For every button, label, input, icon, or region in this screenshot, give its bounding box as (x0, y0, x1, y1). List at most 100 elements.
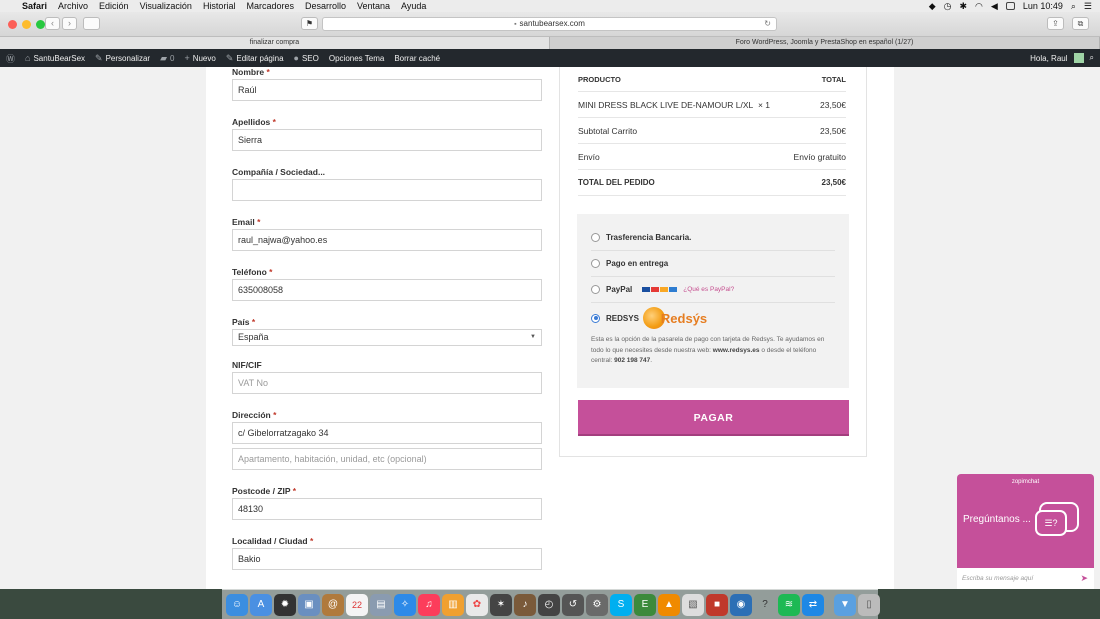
email-input[interactable]: raul_najwa@yahoo.es (232, 229, 542, 251)
notification-center-icon[interactable]: ☰ (1084, 1, 1092, 12)
photos-icon[interactable]: ✿ (466, 593, 488, 616)
system-preferences-icon[interactable]: ⚙ (586, 593, 608, 616)
telefono-input[interactable]: 635008058 (232, 279, 542, 301)
nif-input[interactable]: VAT No (232, 372, 542, 394)
archive-icon[interactable]: ▧ (682, 593, 704, 616)
menu-marcadores[interactable]: Marcadores (246, 1, 294, 11)
finder-icon[interactable]: ☺ (226, 593, 248, 616)
wp-logo[interactable]: Ⓦ (6, 52, 15, 65)
battery-icon[interactable] (1005, 2, 1015, 10)
launchpad-icon[interactable]: ✹ (274, 593, 296, 616)
site-icon: ▪ (514, 21, 517, 28)
admin-site-link[interactable]: ⌂ SantuBearSex (25, 53, 85, 63)
back-button[interactable]: ‹ (45, 17, 60, 30)
share-button[interactable]: ⇪ (1047, 17, 1064, 30)
menu-edicion[interactable]: Edición (99, 1, 129, 11)
time-machine-dock-icon[interactable]: ↺ (562, 593, 584, 616)
subtotal-row: Subtotal Carrito 23,50€ (578, 118, 846, 144)
required-mark: * (269, 267, 273, 277)
bluetooth-icon[interactable]: ✱ (960, 1, 968, 12)
spotlight-icon[interactable]: ⌕ (1071, 1, 1076, 12)
time-machine-icon[interactable]: ◷ (944, 1, 952, 12)
extension-icon[interactable]: ⚑ (301, 17, 318, 30)
tab-foro[interactable]: Foro WordPress, Joomla y PrestaShop en e… (550, 37, 1100, 49)
payment-redsys[interactable]: REDSYS Redsýs (591, 305, 835, 331)
vlc-icon[interactable]: ▲ (658, 593, 680, 616)
contacts-icon[interactable]: @ (322, 593, 344, 616)
close-window-button[interactable] (8, 20, 17, 29)
direccion-input[interactable]: c/ Gibelorratzagako 34 (232, 422, 542, 444)
photo-browser-icon[interactable]: ▤ (370, 593, 392, 616)
paypal-radio[interactable] (591, 285, 600, 294)
wordpress-icon: Ⓦ (6, 53, 16, 64)
skype-icon[interactable]: S (610, 593, 632, 616)
minimize-window-button[interactable] (22, 20, 31, 29)
menu-safari[interactable]: Safari (22, 1, 47, 11)
avatar[interactable] (1073, 53, 1084, 63)
volume-icon[interactable]: ◀ (991, 1, 998, 12)
guitar-icon[interactable]: ♪ (514, 593, 536, 616)
admin-search-icon[interactable]: ⌕ (1090, 53, 1094, 63)
admin-theme-options-link[interactable]: Opciones Tema (329, 54, 384, 63)
admin-seo-link[interactable]: ● SEO (294, 53, 319, 63)
menu-ventana[interactable]: Ventana (357, 1, 390, 11)
what-is-paypal-link[interactable]: ¿Qué es PayPal? (683, 286, 734, 293)
dropbox-icon[interactable]: ◆ (929, 1, 936, 12)
clock-icon[interactable]: ◴ (538, 593, 560, 616)
wifi-icon[interactable]: ◠ (975, 1, 983, 12)
app-pro-icon[interactable]: ◉ (730, 593, 752, 616)
evernote-icon[interactable]: E (634, 593, 656, 616)
address-bar[interactable]: ▪ santubearsex.com ↻ (322, 17, 777, 31)
payment-transfer[interactable]: Trasferencia Bancaria. (591, 225, 835, 251)
payment-cod[interactable]: Pago en entrega (591, 251, 835, 277)
nombre-input[interactable]: Raúl (232, 79, 542, 101)
admin-greeting[interactable]: Hola, Raul (1030, 54, 1067, 63)
safari-icon[interactable]: ✧ (394, 593, 416, 616)
localidad-input[interactable]: Bakio (232, 548, 542, 570)
trash-icon[interactable]: ▯ (858, 593, 880, 616)
preview-icon[interactable]: ▣ (298, 593, 320, 616)
direccion2-input[interactable]: Apartamento, habitación, unidad, etc (op… (232, 448, 542, 470)
show-tabs-button[interactable]: ⧉ (1072, 17, 1089, 30)
spotify-icon[interactable]: ≋ (778, 593, 800, 616)
menu-ayuda[interactable]: Ayuda (401, 1, 426, 11)
apellidos-input[interactable]: Sierra (232, 129, 542, 151)
pay-button[interactable]: PAGAR (578, 400, 849, 436)
calendar-icon[interactable]: 22 (346, 593, 368, 616)
sidebar-toggle-button[interactable] (83, 17, 100, 30)
teamviewer-icon[interactable]: ⇄ (802, 593, 824, 616)
help-icon[interactable]: ? (754, 594, 776, 616)
compania-input[interactable] (232, 179, 542, 201)
menu-archivo[interactable]: Archivo (58, 1, 88, 11)
admin-edit-link[interactable]: ✎ Editar página (226, 53, 284, 64)
cod-radio[interactable] (591, 259, 600, 268)
chat-message-input[interactable]: Escriba su mensaje aquí ➤ (957, 568, 1094, 589)
menu-visualizacion[interactable]: Visualización (140, 1, 192, 11)
app-store-icon[interactable]: A (250, 593, 272, 616)
admin-new-link[interactable]: + Nuevo (184, 53, 215, 63)
admin-clear-cache-link[interactable]: Borrar caché (394, 54, 440, 63)
tab-finalizar-compra[interactable]: finalizar compra (0, 37, 550, 49)
zoom-window-button[interactable] (36, 20, 45, 29)
music-icon[interactable]: ♫ (418, 593, 440, 616)
admin-comments-link[interactable]: ▰ 0 (160, 53, 174, 64)
menu-desarrollo[interactable]: Desarrollo (305, 1, 346, 11)
reload-icon[interactable]: ↻ (764, 18, 771, 30)
ibooks-icon[interactable]: ▥ (442, 593, 464, 616)
app-icon[interactable]: ■ (706, 593, 728, 616)
comment-icon: ▰ (160, 52, 167, 63)
admin-customize-link[interactable]: ✎ Personalizar (95, 53, 150, 64)
required-mark: * (257, 217, 261, 227)
chat-widget[interactable]: zopimchat ☰? Pregúntanos ... Escriba su … (957, 474, 1094, 589)
downloads-folder-icon[interactable]: ▼ (834, 593, 856, 616)
send-icon[interactable]: ➤ (1080, 568, 1088, 589)
pais-select[interactable]: España ▼ (232, 329, 542, 346)
postcode-input[interactable]: 48130 (232, 498, 542, 520)
utility-icon[interactable]: ✶ (490, 593, 512, 616)
payment-paypal[interactable]: PayPal ¿Qué es PayPal? (591, 277, 835, 303)
forward-button[interactable]: › (62, 17, 77, 30)
redsys-radio[interactable] (591, 313, 600, 323)
menu-historial[interactable]: Historial (203, 1, 236, 11)
transfer-radio[interactable] (591, 233, 600, 242)
menubar-clock[interactable]: Lun 10:49 (1023, 1, 1063, 11)
